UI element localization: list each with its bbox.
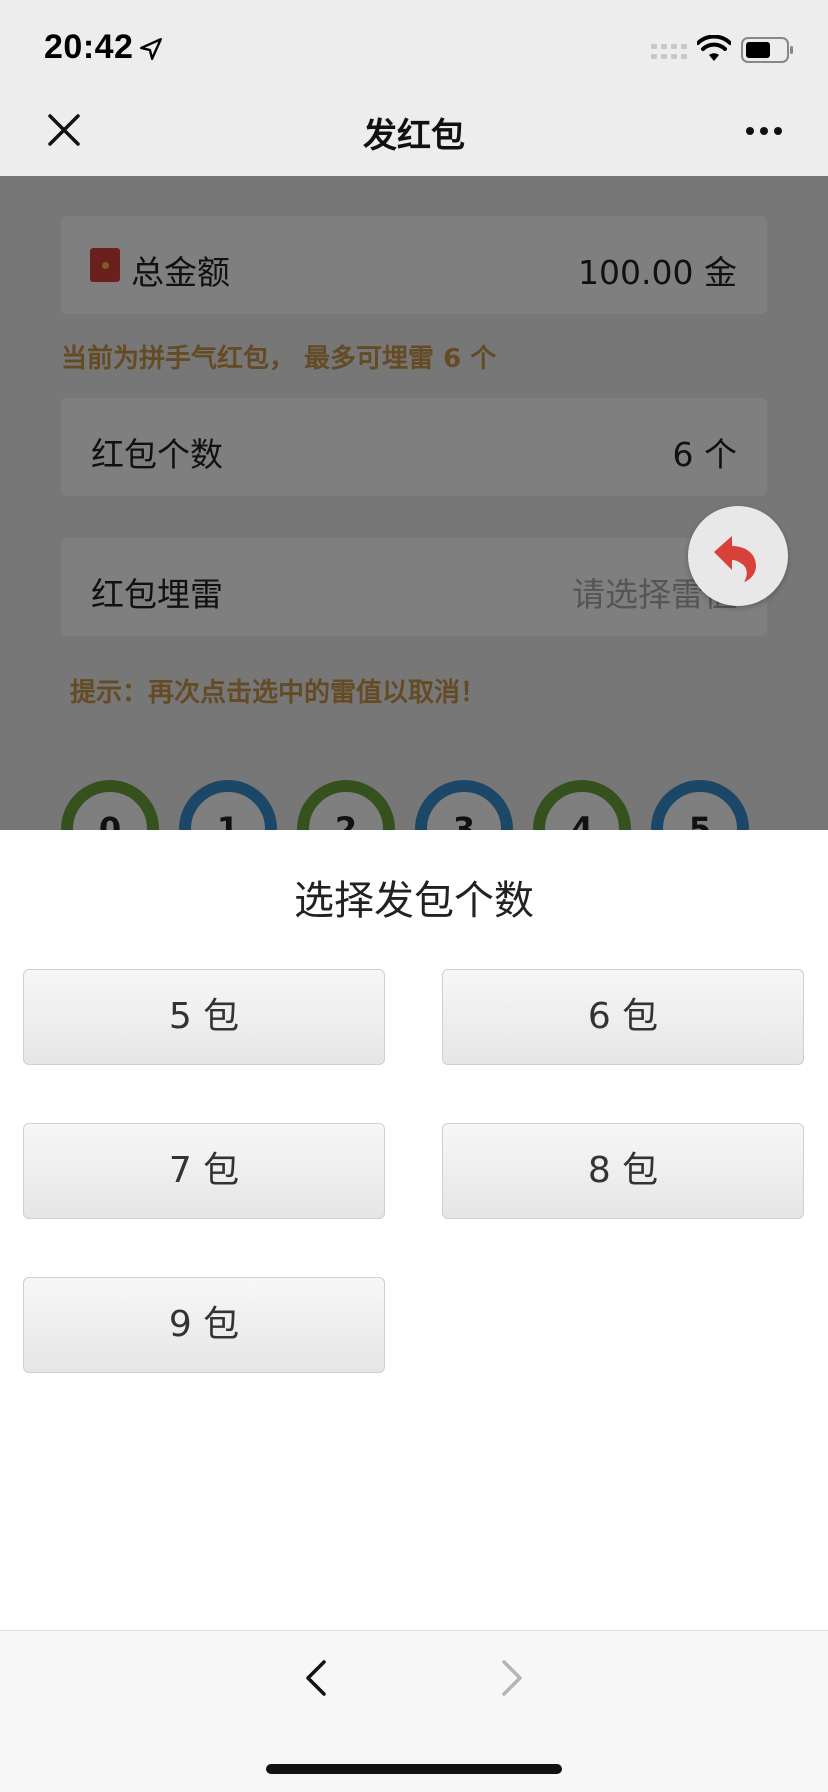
location-arrow-icon: [140, 38, 162, 60]
back-icon[interactable]: [300, 1656, 332, 1700]
forward-icon[interactable]: [496, 1656, 528, 1700]
option-8-packets[interactable]: 8 包: [442, 1123, 804, 1219]
option-9-packets[interactable]: 9 包: [23, 1277, 385, 1373]
status-time: 20:42: [44, 28, 134, 66]
wifi-icon: [697, 35, 731, 61]
home-indicator: [266, 1764, 562, 1774]
undo-button[interactable]: [688, 506, 788, 606]
option-6-packets[interactable]: 6 包: [442, 969, 804, 1065]
battery-icon: [741, 37, 793, 63]
undo-arrow-icon: [714, 536, 756, 582]
more-icon[interactable]: [744, 120, 784, 142]
modal-backdrop[interactable]: [0, 176, 828, 830]
packet-count-sheet: 选择发包个数 5 包 6 包 7 包 8 包 9 包: [0, 830, 828, 1630]
status-bar: 20:42: [0, 0, 828, 96]
cellular-signal-icon: [651, 44, 687, 59]
sheet-title: 选择发包个数: [294, 878, 534, 924]
option-7-packets[interactable]: 7 包: [23, 1123, 385, 1219]
option-5-packets[interactable]: 5 包: [23, 969, 385, 1065]
page-title: 发红包: [363, 116, 465, 156]
